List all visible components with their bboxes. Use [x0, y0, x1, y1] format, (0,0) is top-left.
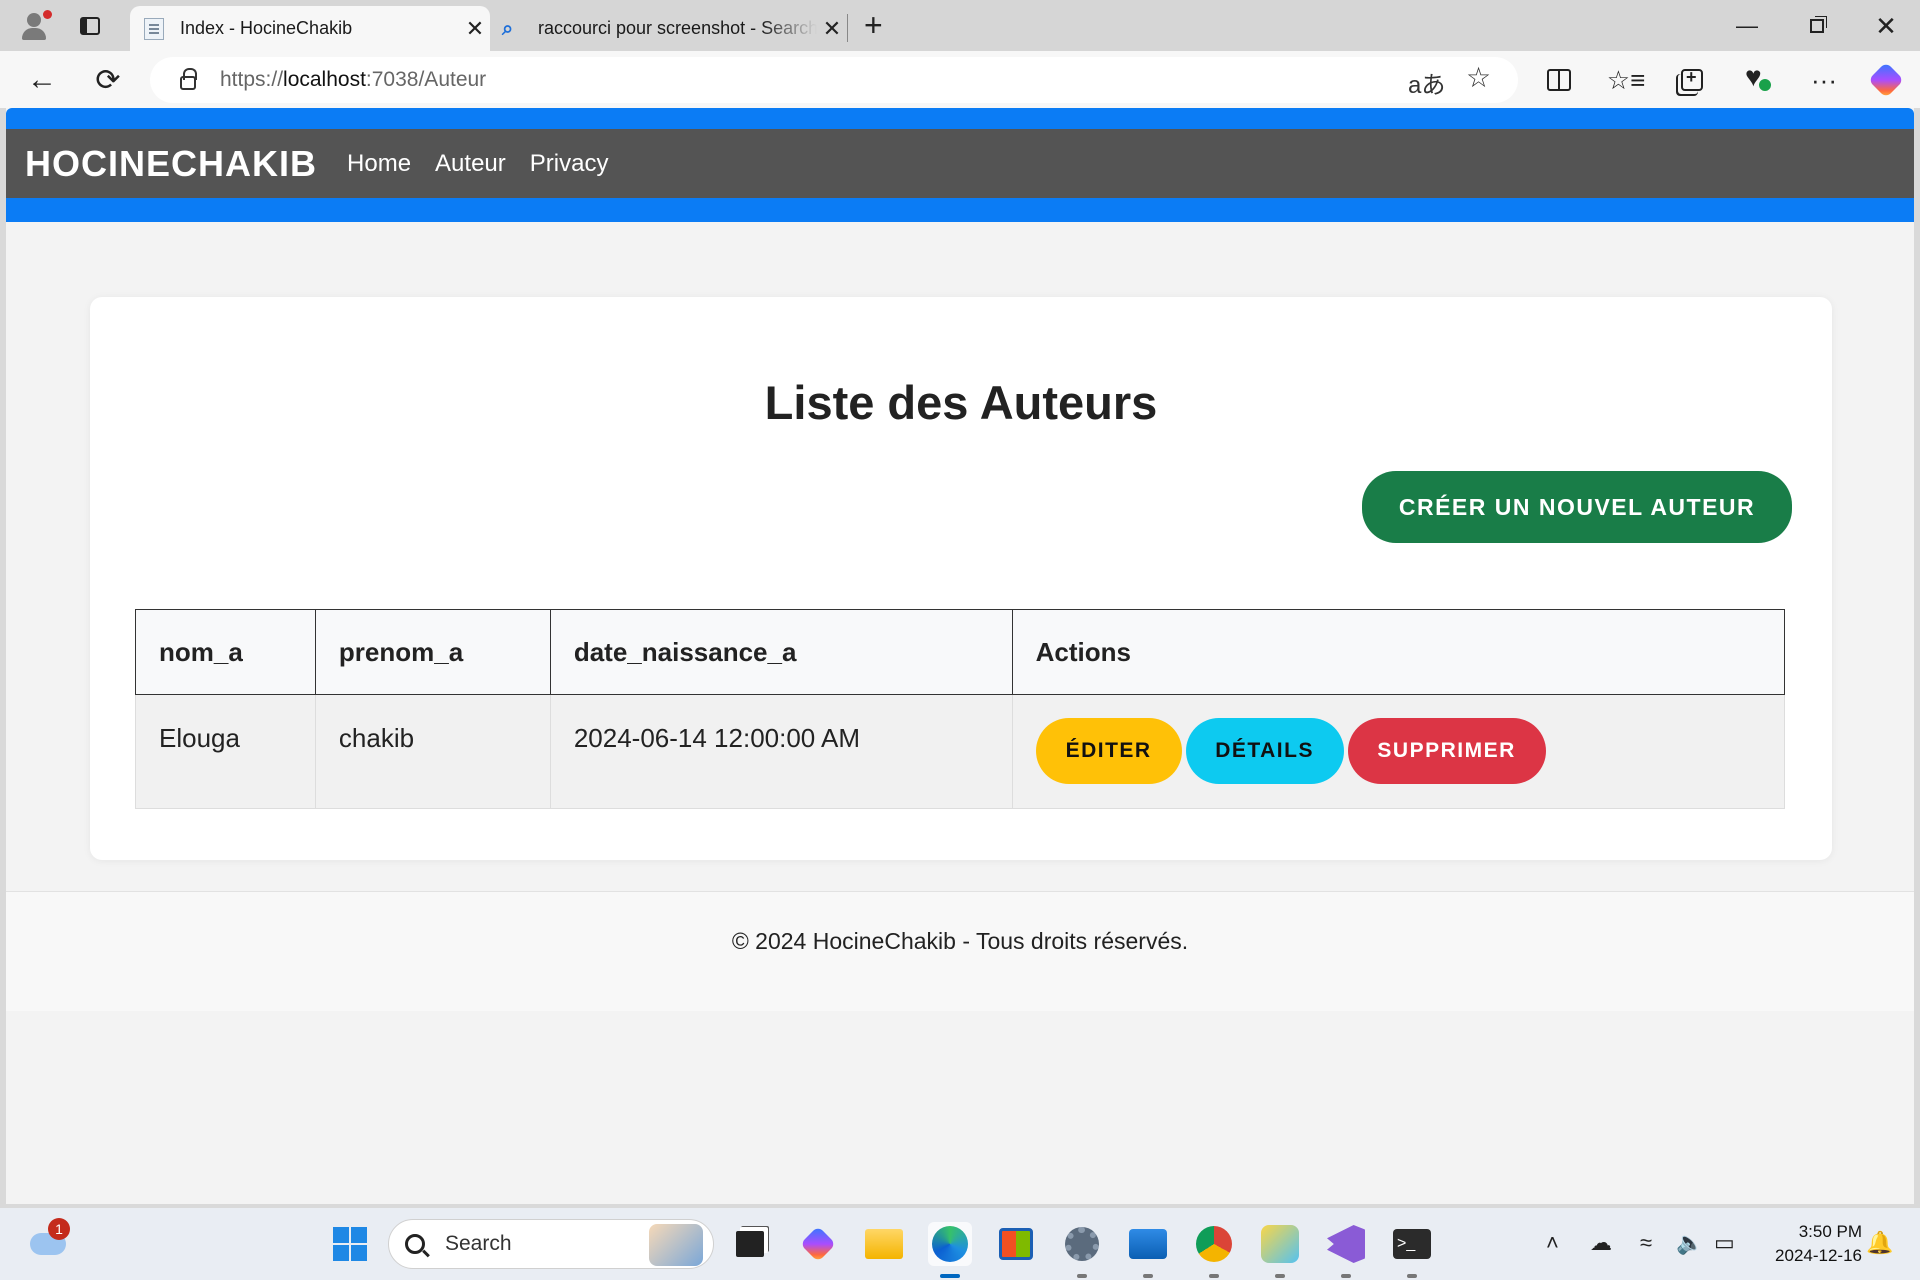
table-row: Elouga chakib 2024-06-14 12:00:00 AM Édi…	[135, 694, 1786, 809]
browser-tab-strip: Index - HocineChakib ✕ ⌕ raccourci pour …	[0, 0, 1920, 51]
start-button[interactable]	[328, 1222, 372, 1266]
page-favicon-icon	[144, 17, 164, 40]
new-tab-button[interactable]: +	[864, 8, 883, 42]
browser-essentials-icon[interactable]	[1740, 61, 1776, 97]
taskbar-search[interactable]: Search	[388, 1219, 714, 1269]
terminal-icon[interactable]: >_	[1390, 1222, 1434, 1278]
site-brand[interactable]: HOCINECHAKIB	[25, 143, 317, 185]
page-title: Liste des Auteurs	[764, 376, 1158, 429]
favorite-star-icon[interactable]: ☆	[1466, 61, 1491, 94]
file-explorer-icon[interactable]	[862, 1222, 906, 1266]
store-icon[interactable]	[994, 1222, 1038, 1266]
cell-date-naissance: 2024-06-14 12:00:00 AM	[549, 694, 1013, 809]
edit-button[interactable]: Éditer	[1035, 718, 1182, 784]
battery-icon[interactable]: ▭	[1714, 1230, 1735, 1256]
tab-close-icon[interactable]: ✕	[460, 16, 490, 42]
copilot-icon[interactable]	[1867, 61, 1905, 99]
search-highlight-image	[649, 1224, 703, 1266]
url-host: localhost	[283, 68, 366, 91]
url-path: :7038/Auteur	[365, 68, 487, 91]
windows-taskbar: 1 Search >_ ˄ ☁ ≈ 🔈 ▭ 3:50 PM 2024-12-16…	[0, 1208, 1920, 1280]
photos-icon[interactable]	[1126, 1222, 1170, 1278]
clock-date: 2024-12-16	[1775, 1246, 1862, 1265]
copilot-app-icon[interactable]	[796, 1222, 840, 1266]
clock[interactable]: 3:50 PM 2024-12-16	[1752, 1220, 1862, 1268]
search-favicon-icon: ⌕	[502, 17, 514, 40]
column-header-actions: Actions	[1011, 609, 1786, 695]
restore-button[interactable]	[1797, 8, 1837, 44]
restore-icon	[1810, 19, 1824, 33]
profile-icon[interactable]	[16, 8, 52, 44]
chrome-icon[interactable]	[1192, 1222, 1236, 1278]
tab-separator	[847, 14, 848, 42]
close-window-button[interactable]: ✕	[1866, 8, 1906, 44]
favorites-icon[interactable]: ☆≡	[1607, 63, 1645, 97]
back-button[interactable]: ←	[22, 61, 62, 99]
wifi-icon[interactable]: ≈	[1640, 1230, 1652, 1256]
cell-nom: Elouga	[135, 694, 316, 809]
collections-icon[interactable]	[1674, 63, 1710, 97]
more-options-icon[interactable]: ···	[1806, 63, 1842, 97]
task-view-icon[interactable]	[728, 1222, 772, 1266]
column-header-prenom: prenom_a	[314, 609, 551, 695]
content-card: Liste des Auteurs Créer un nouvel auteur…	[90, 297, 1832, 860]
tab-close-icon[interactable]: ✕	[817, 16, 847, 42]
reload-button[interactable]: ⟳	[88, 61, 128, 99]
search-label: Search	[445, 1232, 512, 1255]
nav-links: Home Auteur Privacy	[335, 150, 620, 178]
search-icon	[405, 1234, 425, 1254]
url-text[interactable]: https://localhost:7038/Auteur	[220, 68, 486, 92]
edge-icon[interactable]	[928, 1222, 972, 1278]
minimize-button[interactable]: —	[1727, 8, 1767, 44]
paint-icon[interactable]	[1258, 1222, 1302, 1278]
lock-icon[interactable]	[180, 68, 197, 90]
address-bar[interactable]: https://localhost:7038/Auteur aあ ☆	[150, 57, 1518, 103]
authors-table: nom_a prenom_a date_naissance_a Actions …	[135, 609, 1786, 809]
windows-logo-icon	[333, 1227, 367, 1261]
site-footer: © 2024 HocineChakib - Tous droits réserv…	[6, 891, 1914, 1011]
visual-studio-icon[interactable]	[1324, 1222, 1368, 1278]
tab-title: Index - HocineChakib	[180, 18, 353, 38]
tab-search[interactable]: ⌕ raccourci pour screenshot - Search ✕	[492, 6, 847, 51]
tab-index-hocinechakib[interactable]: Index - HocineChakib ✕	[130, 6, 490, 51]
footer-text: © 2024 HocineChakib - Tous droits réserv…	[731, 928, 1189, 954]
nav-link-home[interactable]: Home	[341, 150, 423, 178]
settings-icon[interactable]	[1060, 1222, 1104, 1278]
onedrive-icon[interactable]: ☁	[1590, 1230, 1612, 1256]
details-button[interactable]: Détails	[1185, 718, 1344, 784]
site-navbar: HOCINECHAKIB Home Auteur Privacy	[6, 108, 1914, 222]
clock-time: 3:50 PM	[1798, 1222, 1862, 1241]
nav-link-privacy[interactable]: Privacy	[524, 150, 621, 178]
cell-prenom: chakib	[314, 694, 551, 809]
column-header-nom: nom_a	[135, 609, 316, 695]
translate-icon[interactable]: aあ	[1408, 65, 1445, 100]
address-toolbar: ← ⟳ https://localhost:7038/Auteur aあ ☆ ☆…	[0, 51, 1920, 108]
url-scheme: https://	[220, 68, 284, 91]
notifications-bell-icon[interactable]: 🔔	[1866, 1230, 1893, 1256]
tab-actions-icon[interactable]	[72, 8, 108, 44]
show-hidden-icons-icon[interactable]: ˄	[1546, 1230, 1559, 1256]
table-header-row: nom_a prenom_a date_naissance_a Actions	[135, 609, 1786, 695]
delete-button[interactable]: Supprimer	[1347, 718, 1546, 784]
navbar-inner: HOCINECHAKIB Home Auteur Privacy	[6, 129, 1914, 198]
page-viewport: HOCINECHAKIB Home Auteur Privacy Liste d…	[6, 108, 1914, 1204]
notification-badge: 1	[48, 1218, 70, 1240]
create-author-button[interactable]: Créer un nouvel auteur	[1362, 471, 1792, 543]
tab-title: raccourci pour screenshot - Search	[538, 18, 817, 38]
nav-link-auteur[interactable]: Auteur	[429, 150, 518, 178]
cell-actions: Éditer Détails Supprimer	[1011, 694, 1786, 809]
split-screen-icon[interactable]	[1541, 63, 1577, 97]
column-header-date: date_naissance_a	[549, 609, 1013, 695]
volume-icon[interactable]: 🔈	[1676, 1230, 1703, 1256]
